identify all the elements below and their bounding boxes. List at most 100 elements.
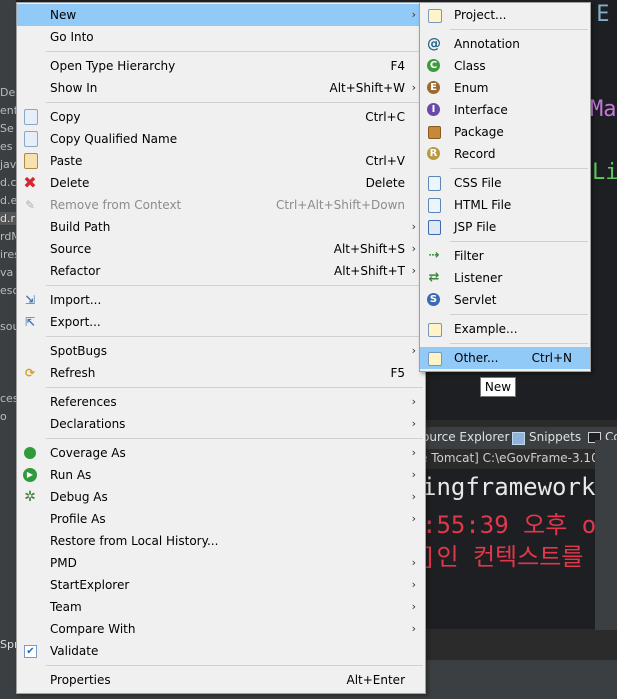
menu-item-label: Properties (50, 673, 111, 687)
menu-separator (46, 51, 423, 52)
menu-item-profile-as[interactable]: Profile As › (17, 508, 425, 530)
console-scrollbar[interactable] (595, 440, 617, 635)
export-icon: ⇱ (24, 315, 36, 329)
menu-item-coverage-as[interactable]: Coverage As › (17, 442, 425, 464)
menu-item-project[interactable]: Project... (420, 4, 590, 26)
menu-item-label: Copy Qualified Name (50, 132, 178, 146)
paste-icon (24, 153, 38, 169)
menu-item-shortcut: F4 (390, 59, 405, 73)
menu-item-example[interactable]: Example... (420, 318, 590, 340)
menu-item-label: Paste (50, 154, 83, 168)
menu-separator (46, 102, 423, 103)
menu-item-new[interactable]: New › (17, 4, 425, 26)
menu-item-build-path[interactable]: Build Path › (17, 216, 425, 238)
menu-item-restore-local-history[interactable]: Restore from Local History... (17, 530, 425, 552)
menu-item-source[interactable]: Source Alt+Shift+S › (17, 238, 425, 260)
submenu-arrow-icon: › (411, 622, 416, 635)
menu-item-listener[interactable]: ⇄ Listener (420, 267, 590, 289)
menu-item-delete[interactable]: ✖ Delete Delete (17, 172, 425, 194)
menu-item-go-into[interactable]: Go Into (17, 26, 425, 48)
menu-item-label: Class (454, 59, 486, 73)
explorer-label: sou (0, 320, 16, 333)
menu-item-startexplorer[interactable]: StartExplorer › (17, 574, 425, 596)
menu-item-compare-with[interactable]: Compare With › (17, 618, 425, 640)
menu-item-jsp-file[interactable]: JSP File (420, 216, 590, 238)
menu-item-css-file[interactable]: CSS File (420, 172, 590, 194)
menu-item-label: Import... (50, 293, 102, 307)
menu-item-package[interactable]: Package (420, 121, 590, 143)
menu-item-open-type-hierarchy[interactable]: Open Type Hierarchy F4 (17, 55, 425, 77)
menu-item-run-as[interactable]: ▶ Run As › (17, 464, 425, 486)
menu-item-label: Validate (50, 644, 99, 658)
example-icon (428, 323, 442, 337)
menu-item-export[interactable]: ⇱ Export... (17, 311, 425, 333)
menu-item-label: Remove from Context (50, 198, 182, 212)
console-line: ingframework. (422, 473, 595, 501)
menu-item-properties[interactable]: Properties Alt+Enter (17, 669, 425, 691)
menu-item-label: Example... (454, 322, 518, 336)
bottom-panel-dark (420, 630, 617, 660)
submenu-arrow-icon: › (411, 417, 416, 430)
menu-item-label: Refactor (50, 264, 101, 278)
menu-item-label: Compare With (50, 622, 136, 636)
menu-item-label: References (50, 395, 117, 409)
jsp-file-icon (428, 220, 441, 235)
menu-item-label: JSP File (454, 220, 497, 234)
menu-item-copy-qualified-name[interactable]: Copy Qualified Name (17, 128, 425, 150)
menu-item-references[interactable]: References › (17, 391, 425, 413)
editor-line: Li (592, 160, 617, 185)
menu-item-declarations[interactable]: Declarations › (17, 413, 425, 435)
menu-item-label: Enum (454, 81, 489, 95)
menu-item-pmd[interactable]: PMD › (17, 552, 425, 574)
menu-item-html-file[interactable]: HTML File (420, 194, 590, 216)
interface-icon: I (427, 103, 440, 116)
console-line: ]인 컨텍스트를 다시 (422, 543, 595, 571)
menu-item-label: Debug As (50, 490, 108, 504)
tab-snippets[interactable]: Snippets (529, 430, 581, 444)
menu-item-annotation[interactable]: @ Annotation (420, 33, 590, 55)
explorer-label: ires (0, 248, 16, 261)
menu-item-label: SpotBugs (50, 344, 107, 358)
menu-item-label: Profile As (50, 512, 106, 526)
menu-item-enum[interactable]: E Enum (420, 77, 590, 99)
submenu-arrow-icon: › (411, 512, 416, 525)
menu-item-filter[interactable]: ⇢ Filter (420, 245, 590, 267)
menu-item-label: Team (50, 600, 82, 614)
menu-separator (46, 438, 423, 439)
import-icon: ⇲ (24, 293, 36, 307)
submenu-arrow-icon: › (411, 600, 416, 613)
menu-item-interface[interactable]: I Interface (420, 99, 590, 121)
menu-item-class[interactable]: C Class (420, 55, 590, 77)
menu-item-debug-as[interactable]: ✲ Debug As › (17, 486, 425, 508)
menu-item-servlet[interactable]: S Servlet (420, 289, 590, 311)
menu-item-label: Annotation (454, 37, 520, 51)
menu-item-record[interactable]: R Record (420, 143, 590, 165)
menu-item-show-in[interactable]: Show In Alt+Shift+W › (17, 77, 425, 99)
submenu-arrow-icon: › (411, 8, 416, 21)
tab-source-explorer[interactable]: ource Explorer (422, 430, 509, 444)
package-explorer-edge: De ent Se es java d.c d.e d.r rdM ires v… (0, 0, 16, 699)
menu-item-copy[interactable]: Copy Ctrl+C (17, 106, 425, 128)
menu-item-shortcut: Ctrl+C (365, 110, 405, 124)
submenu-arrow-icon: › (411, 264, 416, 277)
explorer-label: java (0, 158, 16, 171)
package-icon (428, 126, 441, 139)
menu-item-shortcut: Delete (365, 176, 405, 190)
explorer-label: eso (0, 284, 16, 297)
explorer-label: Se (0, 122, 14, 135)
menu-item-validate[interactable]: ✔ Validate (17, 640, 425, 662)
menu-item-spotbugs[interactable]: SpotBugs › (17, 340, 425, 362)
menu-item-refresh[interactable]: ⟳ Refresh F5 (17, 362, 425, 384)
menu-item-import[interactable]: ⇲ Import... (17, 289, 425, 311)
menu-item-team[interactable]: Team › (17, 596, 425, 618)
menu-item-label: HTML File (454, 198, 512, 212)
menu-separator (450, 29, 588, 30)
menu-item-other[interactable]: Other... Ctrl+N (420, 347, 590, 369)
submenu-arrow-icon: › (411, 81, 416, 94)
menu-item-paste[interactable]: Paste Ctrl+V (17, 150, 425, 172)
menu-item-refactor[interactable]: Refactor Alt+Shift+T › (17, 260, 425, 282)
menu-item-label: Show In (50, 81, 98, 95)
menu-item-label: Restore from Local History... (50, 534, 219, 548)
run-icon: ▶ (23, 468, 37, 482)
submenu-arrow-icon: › (411, 242, 416, 255)
